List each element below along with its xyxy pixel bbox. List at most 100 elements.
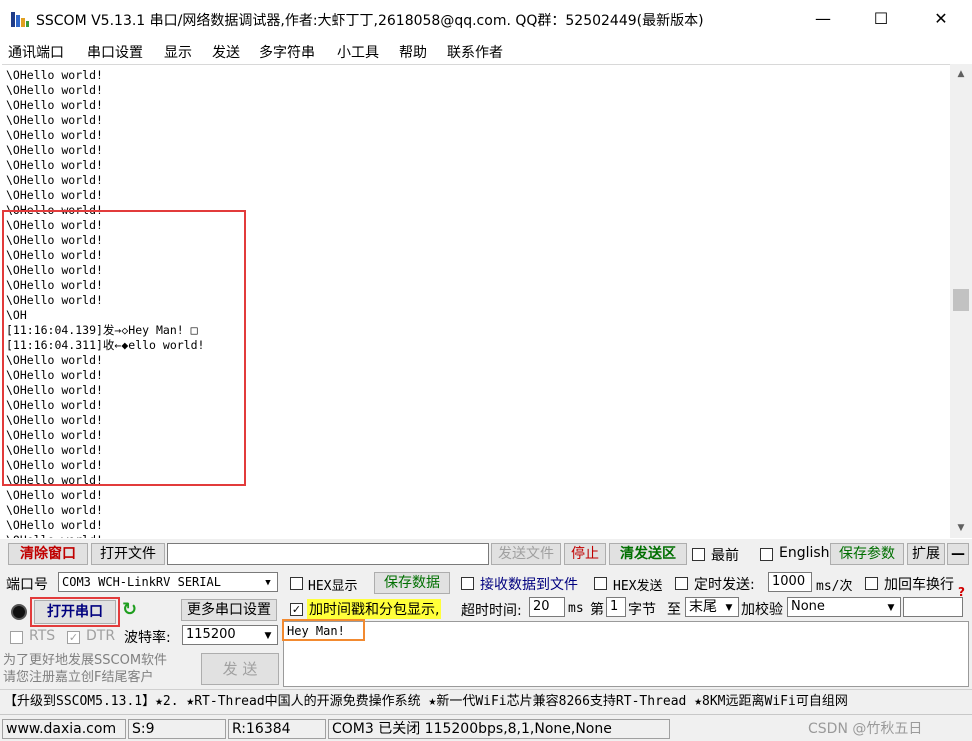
byte-end-select[interactable]: 末尾 ▼ <box>685 597 739 617</box>
baud-label: 波特率: <box>124 630 171 646</box>
stop-button[interactable]: 停止 <box>564 543 606 565</box>
menu-send[interactable]: 发送 <box>212 42 240 62</box>
rts-checkbox[interactable] <box>10 631 23 644</box>
receive-line: \OHello world! <box>6 113 103 127</box>
save-data-button[interactable]: 保存数据 <box>374 572 450 594</box>
dtr-label: DTR <box>86 628 116 644</box>
send-text-area[interactable]: Hey Man! <box>283 621 969 687</box>
minimize-button[interactable]: — <box>800 0 846 38</box>
english-checkbox[interactable] <box>760 548 773 561</box>
chevron-down-icon: ▼ <box>264 631 272 641</box>
receive-line: \OHello world! <box>6 83 103 97</box>
add-crlf-label: 加回车换行 <box>884 577 954 593</box>
menu-serial-settings[interactable]: 串口设置 <box>87 42 143 62</box>
app-icon <box>11 12 29 27</box>
expand-button[interactable]: 扩展 <box>907 543 945 565</box>
hex-display-checkbox[interactable] <box>290 577 303 590</box>
status-website[interactable]: www.daxia.com <box>2 719 126 739</box>
collapse-button[interactable]: — <box>947 543 969 565</box>
watermark-text: CSDN @竹秋五日 <box>808 721 923 737</box>
rts-label: RTS <box>29 628 56 644</box>
byte-start-input[interactable]: 1 <box>606 597 626 617</box>
receive-line: \OHello world! <box>6 188 103 202</box>
receive-line: \OHello world! <box>6 128 103 142</box>
menu-contact-author[interactable]: 联系作者 <box>447 42 503 62</box>
timed-send-checkbox[interactable] <box>675 577 688 590</box>
hex-send-checkbox[interactable] <box>594 577 607 590</box>
scroll-up-arrow-icon[interactable]: ▲ <box>950 64 972 84</box>
chevron-down-icon: ▼ <box>725 603 733 613</box>
promo-line-1: 为了更好地发展SSCOM软件 <box>3 653 168 668</box>
clear-window-button[interactable]: 清除窗口 <box>8 543 88 565</box>
timeout-unit-label: ms <box>568 601 584 616</box>
maximize-button[interactable]: ☐ <box>858 0 904 38</box>
menu-tools[interactable]: 小工具 <box>337 42 379 62</box>
byte-suffix-label: 字节 <box>628 602 656 618</box>
recv-to-file-label: 接收数据到文件 <box>480 577 578 593</box>
refresh-icon[interactable]: ↻ <box>122 599 137 620</box>
baud-select[interactable]: 115200 ▼ <box>182 625 278 645</box>
dtr-checkbox[interactable]: ✓ <box>67 631 80 644</box>
topmost-checkbox[interactable] <box>692 548 705 561</box>
checksum-value: None <box>791 599 825 614</box>
send-file-button[interactable]: 发送文件 <box>491 543 561 565</box>
file-path-input[interactable] <box>167 543 489 565</box>
highlight-box-orange <box>282 619 365 641</box>
hex-display-label: HEX显示 <box>308 579 358 594</box>
timeout-input[interactable]: 20 <box>529 597 565 617</box>
status-port-state: COM3 已关闭 115200bps,8,1,None,None <box>328 719 670 739</box>
recv-to-file-checkbox[interactable] <box>461 577 474 590</box>
menu-multi-string[interactable]: 多字符串 <box>259 42 315 62</box>
to-label: 至 <box>667 602 681 618</box>
window-title: SSCOM V5.13.1 串口/网络数据调试器,作者:大虾丁丁,2618058… <box>36 13 704 29</box>
chevron-down-icon: ▼ <box>265 578 271 588</box>
receive-line: \OHello world! <box>6 173 103 187</box>
timeout-label: 超时时间: <box>461 603 522 619</box>
open-file-button[interactable]: 打开文件 <box>91 543 165 565</box>
scroll-down-arrow-icon[interactable]: ▼ <box>950 518 972 538</box>
chevron-down-icon: ▼ <box>887 603 895 613</box>
timed-send-label: 定时发送: <box>694 577 755 593</box>
scrollbar-thumb[interactable] <box>953 289 969 311</box>
timed-interval-input[interactable]: 1000 <box>768 572 812 592</box>
checksum-select[interactable]: None ▼ <box>787 597 901 617</box>
receive-line: \OHello world! <box>6 158 103 172</box>
status-sent-count: S:9 <box>128 719 226 739</box>
send-button[interactable]: 发 送 <box>201 653 279 685</box>
checksum-label: 加校验 <box>741 602 783 618</box>
promo-bar: 【升级到SSCOM5.13.1】★2. ★RT-Thread中国人的开源免费操作… <box>0 689 972 713</box>
title-bar: SSCOM V5.13.1 串口/网络数据调试器,作者:大虾丁丁,2618058… <box>0 0 972 38</box>
receive-line: \OHello world! <box>6 503 103 517</box>
save-params-button[interactable]: 保存参数 <box>830 543 904 565</box>
more-settings-button[interactable]: 更多串口设置 <box>181 599 277 621</box>
add-crlf-checkbox[interactable] <box>865 577 878 590</box>
clear-send-button[interactable]: 清发送区 <box>609 543 687 565</box>
menu-display[interactable]: 显示 <box>164 42 192 62</box>
promo-line-2: 请您注册嘉立创F结尾客户 <box>3 670 154 685</box>
receive-line: \OHello world! <box>6 98 103 112</box>
menu-comm-port[interactable]: 通讯端口 <box>8 42 64 62</box>
timestamp-label: 加时间戳和分包显示, <box>307 599 442 619</box>
timed-unit-label: ms/次 <box>816 579 853 594</box>
port-label: 端口号 <box>6 577 48 593</box>
receive-scrollbar[interactable]: ▲ ▼ <box>950 64 972 538</box>
hex-send-label: HEX发送 <box>613 579 663 594</box>
help-icon[interactable]: ? <box>958 585 965 599</box>
receive-line: \OHello world! <box>6 68 103 82</box>
receive-line: \OHello world! <box>6 518 103 532</box>
baud-value: 115200 <box>186 627 236 642</box>
menu-help[interactable]: 帮助 <box>399 42 427 62</box>
port-status-indicator-icon <box>11 604 27 620</box>
port-select[interactable]: COM3 WCH-LinkRV SERIAL ▼ <box>58 572 278 592</box>
checksum-extra-input[interactable] <box>903 597 963 617</box>
english-label: English <box>779 545 830 561</box>
receive-line: \OHello world! <box>6 488 103 502</box>
timestamp-checkbox[interactable]: ✓ <box>290 603 303 616</box>
port-select-value: COM3 WCH-LinkRV SERIAL <box>62 575 221 589</box>
highlight-box-open-port <box>30 597 120 627</box>
highlight-box-red <box>2 210 246 486</box>
byte-prefix-label: 第 <box>590 602 604 618</box>
receive-line: \OHello world! <box>6 143 103 157</box>
close-button[interactable]: ✕ <box>918 0 964 38</box>
byte-end-value: 末尾 <box>689 599 717 615</box>
